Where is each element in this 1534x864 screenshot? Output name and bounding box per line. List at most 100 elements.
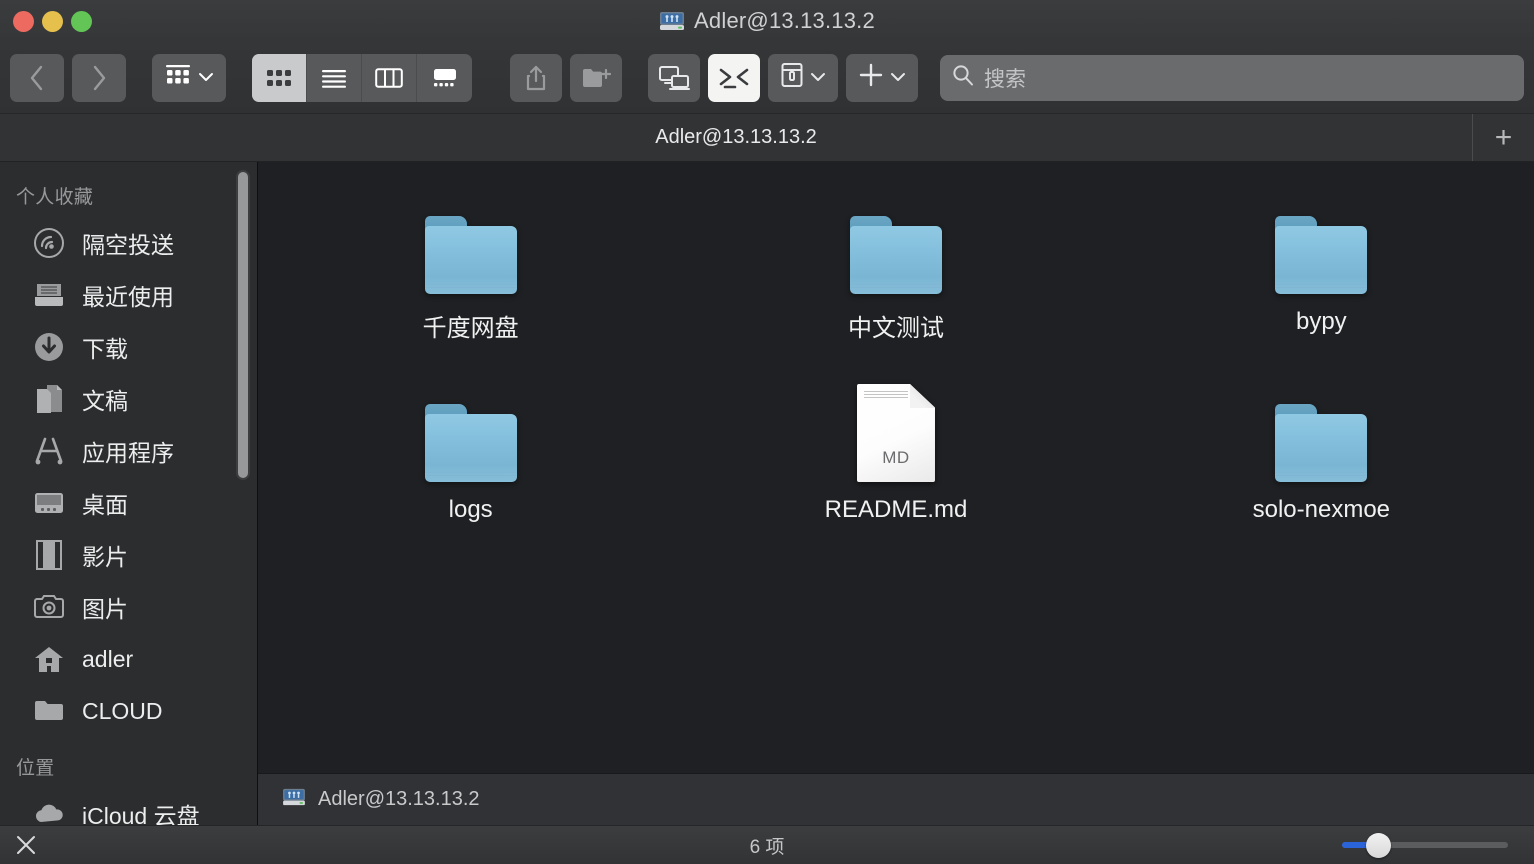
pictures-icon	[32, 590, 66, 624]
sidebar-item-desktop[interactable]: 桌面	[0, 477, 258, 529]
finder-window: Adler@13.13.13.2 搜索 Adler@13.13.13.2 + 个…	[0, 0, 1534, 864]
new-tab-button[interactable]: +	[1472, 114, 1534, 161]
file-extension-label: MD	[882, 448, 910, 467]
title-bar: Adler@13.13.13.2	[0, 0, 1534, 42]
chevron-down-icon	[198, 69, 214, 87]
sidebar-divider	[257, 162, 258, 825]
path-bar-label[interactable]: Adler@13.13.13.2	[318, 788, 480, 811]
sidebar-item-label: iCloud 云盘	[82, 803, 200, 825]
sidebar-item-cloud[interactable]: CLOUD	[0, 685, 258, 737]
sidebar-item-airdrop[interactable]: 隔空投送	[0, 217, 258, 269]
file-label: 千度网盘	[422, 315, 519, 342]
file-item-document[interactable]: MD README.md	[781, 372, 1011, 560]
file-item-folder-3[interactable]: bypy	[1206, 184, 1436, 372]
archive-button[interactable]	[768, 53, 838, 102]
toolbar: 搜索	[0, 42, 1534, 114]
search-field[interactable]: 搜索	[940, 54, 1524, 101]
chevron-down-icon	[890, 69, 906, 87]
sidebar-item-label: 应用程序	[82, 440, 174, 466]
sidebar-item-label: 文稿	[82, 388, 128, 414]
window-body: 个人收藏 隔空投送 最近使用 下载 文稿 应用程序 桌面 影片 图片 adler…	[0, 162, 1534, 825]
folder-icon	[424, 372, 517, 482]
file-label: bypy	[1295, 308, 1347, 335]
desktop-icon	[32, 486, 66, 520]
folder-icon	[424, 184, 517, 294]
documents-icon	[32, 382, 66, 416]
file-label: logs	[448, 496, 493, 523]
sidebar-item-label: 最近使用	[82, 284, 174, 310]
sidebar-item-label: 下载	[82, 336, 128, 362]
sidebar-section-locations-header: 位置	[16, 758, 55, 779]
terminal-button[interactable]	[708, 53, 760, 102]
sidebar: 个人收藏 隔空投送 最近使用 下载 文稿 应用程序 桌面 影片 图片 adler…	[0, 162, 258, 825]
sidebar-item-home[interactable]: adler	[0, 633, 258, 685]
sidebar-item-movies[interactable]: 影片	[0, 529, 258, 581]
minimize-button[interactable]	[42, 10, 63, 32]
file-item-folder-1[interactable]: 千度网盘	[356, 184, 586, 372]
file-label: README.md	[824, 496, 968, 523]
back-button[interactable]	[10, 53, 64, 102]
airdrop-icon	[32, 226, 66, 260]
recents-icon	[32, 278, 66, 312]
sidebar-item-recents[interactable]: 最近使用	[0, 269, 258, 321]
file-item-folder-4[interactable]: logs	[356, 372, 586, 560]
sidebar-item-label: CLOUD	[82, 697, 163, 724]
window-title-group: Adler@13.13.13.2	[0, 0, 1534, 42]
folder-icon	[1275, 184, 1368, 294]
sidebar-item-icloud-drive[interactable]: iCloud 云盘	[0, 788, 258, 825]
grid-group-icon	[164, 63, 192, 92]
file-item-folder-5[interactable]: solo-nexmoe	[1206, 372, 1436, 560]
folder-icon	[32, 694, 66, 728]
sidebar-item-documents[interactable]: 文稿	[0, 373, 258, 425]
gallery-view-button[interactable]	[417, 54, 472, 102]
zoom-button[interactable]	[71, 10, 92, 32]
list-view-button[interactable]	[307, 53, 362, 102]
content-area: 千度网盘 中文测试 bypy logs MD README.md solo-ne…	[258, 162, 1534, 825]
sidebar-item-label: 影片	[82, 544, 128, 570]
item-count-label: 6 项	[749, 836, 785, 858]
sidebar-scrollbar-thumb[interactable]	[238, 172, 248, 478]
home-icon	[32, 642, 66, 676]
tab-active[interactable]: Adler@13.13.13.2	[0, 114, 1472, 161]
file-label: 中文测试	[847, 315, 944, 342]
network-drive-icon	[659, 10, 685, 32]
screen-sharing-button[interactable]	[648, 53, 700, 102]
window-title: Adler@13.13.13.2	[694, 8, 875, 33]
close-button[interactable]	[13, 10, 34, 32]
network-drive-icon	[282, 787, 306, 812]
forward-button[interactable]	[72, 53, 126, 102]
icon-size-slider[interactable]	[1342, 832, 1508, 858]
chevron-down-icon	[810, 69, 826, 87]
folder-icon	[849, 184, 942, 294]
slider-knob[interactable]	[1366, 832, 1391, 858]
traffic-lights	[0, 10, 92, 32]
sidebar-item-label: 桌面	[82, 492, 128, 518]
folder-icon	[1275, 372, 1368, 482]
group-arrange-button[interactable]	[152, 53, 226, 102]
sidebar-item-label: adler	[82, 645, 134, 672]
sidebar-item-label: 图片	[82, 596, 128, 622]
search-placeholder: 搜索	[984, 67, 1026, 91]
archive-box-icon	[780, 62, 804, 93]
applications-icon	[32, 434, 66, 468]
plus-icon	[858, 62, 884, 93]
sidebar-section-favorites-header: 个人收藏	[16, 187, 94, 208]
path-bar: Adler@13.13.13.2	[258, 773, 1534, 825]
sidebar-scrollbar[interactable]	[236, 170, 250, 480]
icon-view-button[interactable]	[252, 53, 307, 102]
file-icon-grid: 千度网盘 中文测试 bypy logs MD README.md solo-ne…	[258, 162, 1534, 773]
add-action-button[interactable]	[846, 53, 918, 102]
view-mode-group	[252, 53, 472, 102]
sidebar-item-pictures[interactable]: 图片	[0, 581, 258, 633]
new-folder-button[interactable]	[570, 53, 622, 102]
markdown-document-icon: MD	[856, 372, 935, 482]
movies-icon	[32, 538, 66, 572]
file-label: solo-nexmoe	[1252, 496, 1391, 523]
share-button[interactable]	[510, 53, 562, 102]
icloud-icon	[32, 797, 66, 825]
column-view-button[interactable]	[362, 53, 417, 102]
sidebar-item-applications[interactable]: 应用程序	[0, 425, 258, 477]
file-item-folder-2[interactable]: 中文测试	[781, 184, 1011, 372]
downloads-icon	[32, 330, 66, 364]
sidebar-item-downloads[interactable]: 下载	[0, 321, 258, 373]
